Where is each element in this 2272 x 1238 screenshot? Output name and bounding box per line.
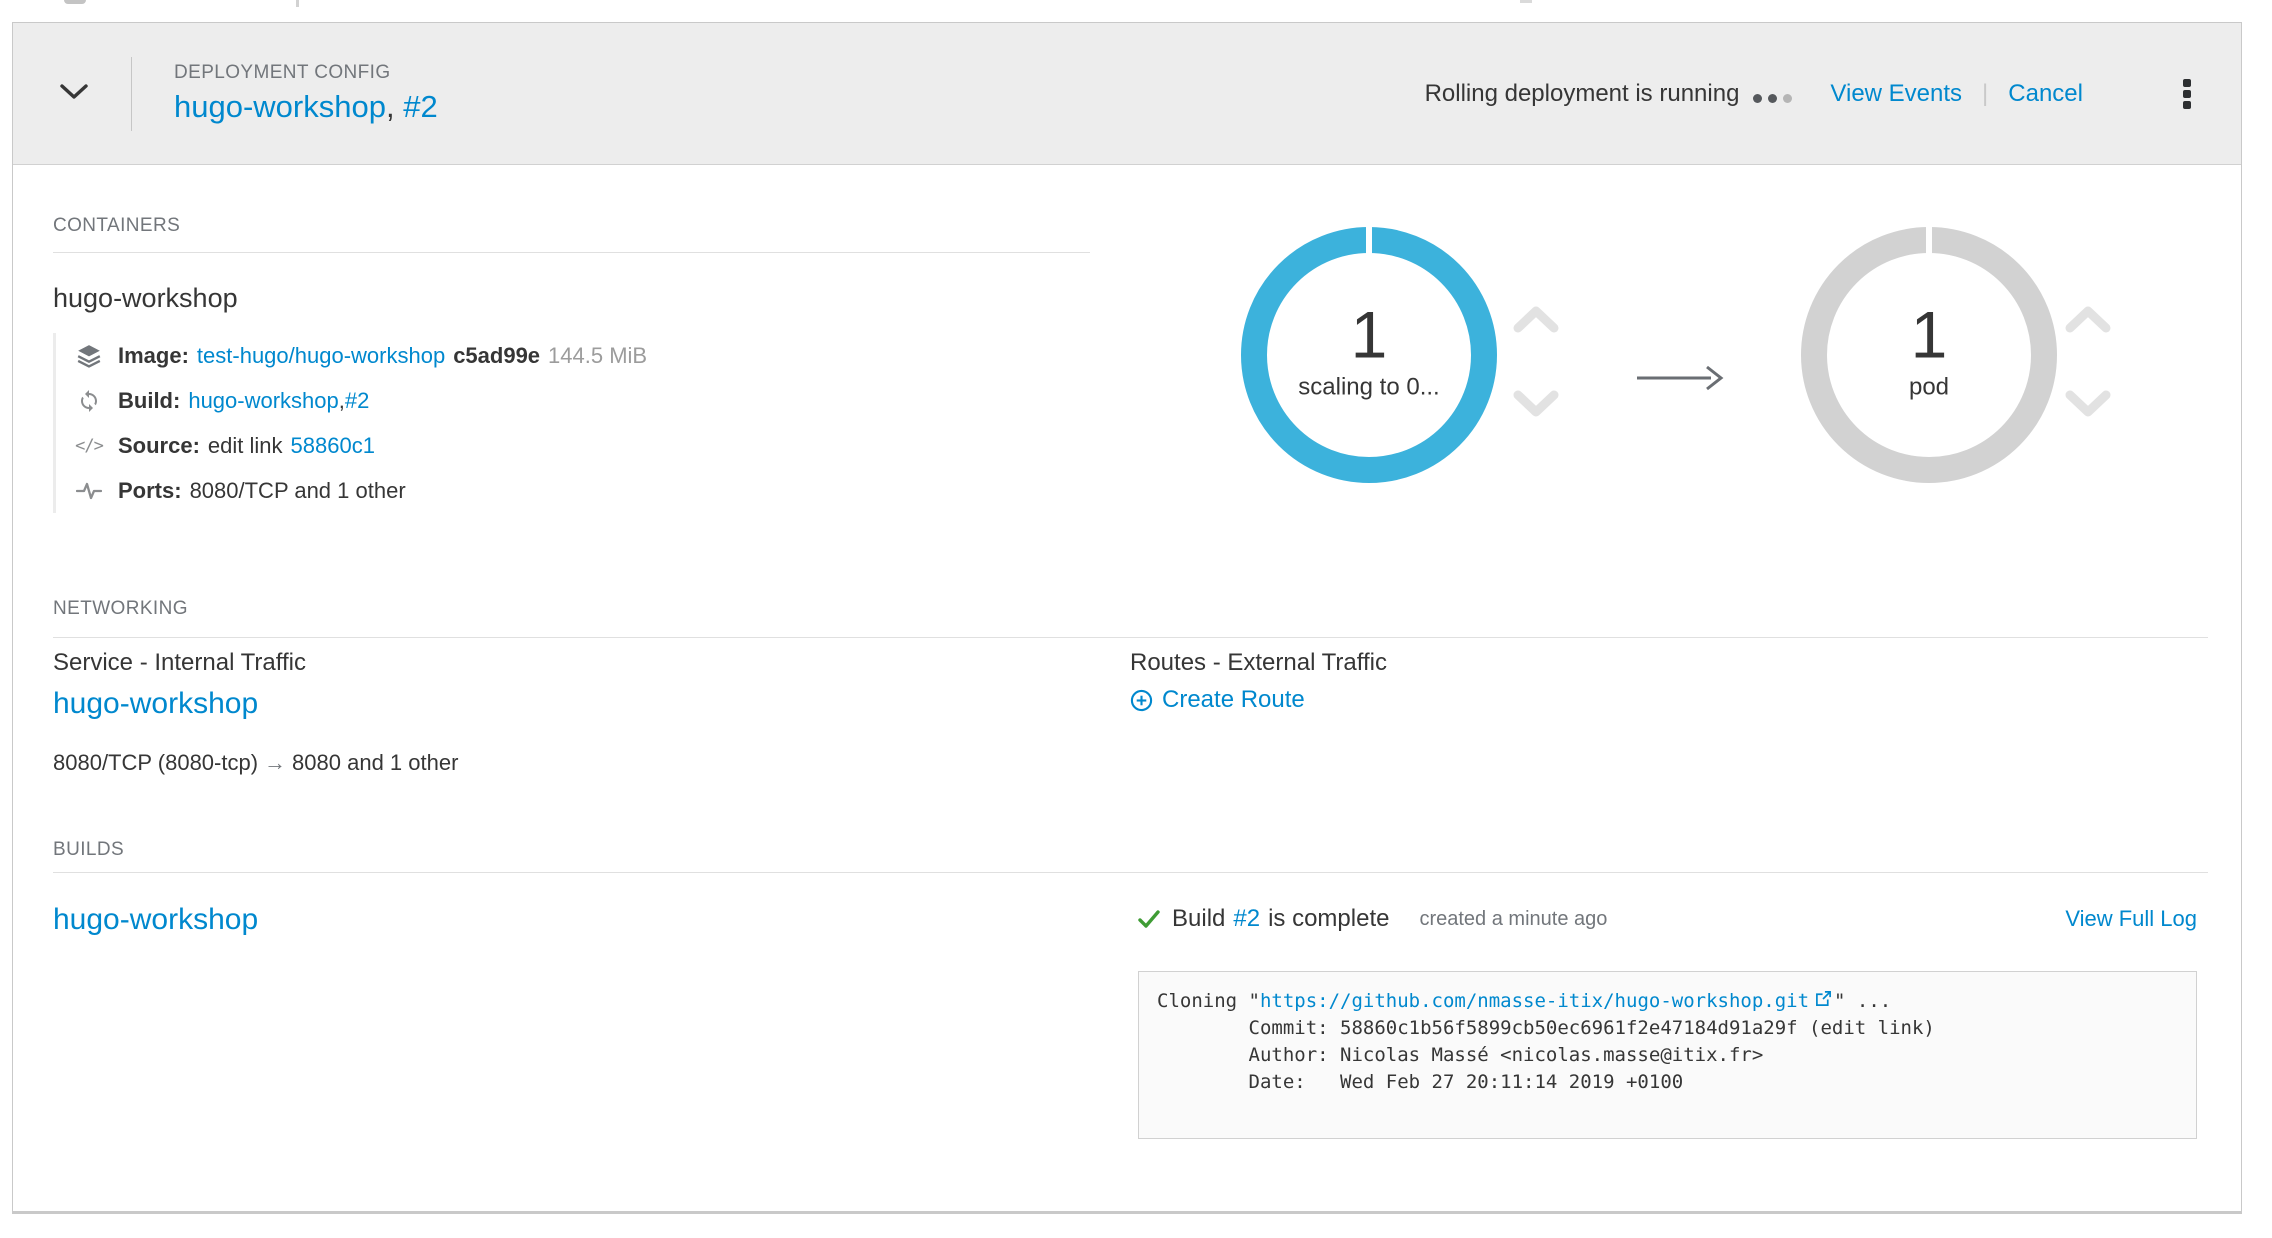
donut-notch (1926, 226, 1932, 255)
target-pods-stepper (2065, 305, 2111, 475)
external-link-icon (1815, 988, 1832, 1015)
ports-label: Ports: (118, 478, 182, 504)
image-sha: c5ad99e (453, 343, 540, 369)
kebab-menu-button[interactable] (2179, 73, 2195, 114)
log-line: Author: Nicolas Massé <nicolas.masse@iti… (1157, 1042, 2196, 1069)
routes-heading: Routes - External Traffic (1130, 649, 1387, 677)
refresh-icon (72, 389, 106, 413)
clipped-row-fragment (296, 0, 299, 7)
target-pod-label: pod (1834, 374, 2024, 402)
panel-header: DEPLOYMENT CONFIG hugo-workshop, #2 Roll… (13, 23, 2241, 165)
chevron-down-icon (2065, 406, 2111, 421)
build-config-link[interactable]: hugo-workshop (188, 388, 338, 414)
build-number-link[interactable]: #2 (1233, 905, 1260, 933)
build-row: Build: hugo-workshop , #2 (72, 378, 647, 423)
builds-section-label: BUILDS (53, 839, 124, 861)
action-divider: | (1982, 80, 1988, 108)
image-label: Image: (118, 343, 189, 369)
arrow-right-icon (1635, 361, 1725, 400)
deployment-status-text: Rolling deployment is running (1425, 80, 1740, 108)
container-detail-rows: Image: test-hugo/hugo-workshop c5ad99e 1… (53, 333, 647, 513)
source-text: edit link (208, 433, 283, 459)
target-pods-donut: 1 pod (1801, 227, 2057, 483)
pulse-icon (72, 480, 106, 502)
arrow-right-glyph: → (258, 750, 292, 775)
deployment-config-panel: DEPLOYMENT CONFIG hugo-workshop, #2 Roll… (12, 22, 2242, 1214)
resource-kind-label: DEPLOYMENT CONFIG (174, 62, 438, 84)
title-separator: , (386, 89, 403, 124)
build-created-timestamp: created a minute ago (1419, 908, 1607, 931)
container-name: hugo-workshop (53, 283, 238, 314)
scale-down-button[interactable] (2065, 390, 2111, 421)
current-pod-label: scaling to 0... (1274, 374, 1464, 402)
build-label: Build: (118, 388, 180, 414)
ports-row: Ports: 8080/TCP and 1 other (72, 468, 647, 513)
panel-body: CONTAINERS hugo-workshop Image: test-hug… (13, 165, 2241, 1211)
build-status-suffix: is complete (1268, 905, 1389, 933)
clipped-row-fragment (1520, 0, 1532, 3)
current-pods-stepper (1513, 305, 1559, 475)
image-stream-link[interactable]: test-hugo/hugo-workshop (197, 343, 445, 369)
ports-text: 8080/TCP and 1 other (190, 478, 406, 504)
scale-up-button[interactable] (2065, 305, 2111, 336)
cancel-deployment-link[interactable]: Cancel (2008, 80, 2083, 108)
current-pod-count: 1 (1274, 300, 1464, 369)
scale-up-button[interactable] (1513, 305, 1559, 336)
source-row: </> Source: edit link 58860c1 (72, 423, 647, 468)
log-line: Commit: 58860c1b56f5899cb50ec6961f2e4718… (1157, 1015, 2196, 1042)
chevron-up-icon (2065, 321, 2111, 336)
networking-section-label: NETWORKING (53, 598, 188, 620)
source-label: Source: (118, 433, 200, 459)
donut-notch (1366, 226, 1372, 255)
header-divider (131, 57, 132, 131)
image-size: 144.5 MiB (548, 343, 647, 369)
clipped-row-fragment (64, 0, 86, 4)
view-events-link[interactable]: View Events (1830, 80, 1962, 108)
service-link[interactable]: hugo-workshop (53, 687, 258, 721)
deployment-config-link[interactable]: hugo-workshop (174, 89, 386, 124)
target-pod-count: 1 (1834, 300, 2024, 369)
build-status-row: Build #2 is complete created a minute ag… (1138, 905, 2197, 933)
create-route-label: Create Route (1162, 686, 1305, 714)
plus-circle-icon (1130, 689, 1153, 712)
create-route-link[interactable]: Create Route (1130, 686, 1305, 714)
git-url-link[interactable]: https://github.com/nmasse-itix/hugo-work… (1260, 990, 1809, 1012)
loading-dots-icon (1747, 94, 1792, 103)
build-number-link[interactable]: #2 (345, 388, 369, 414)
service-ports-line: 8080/TCP (8080-tcp)→8080 and 1 other (53, 750, 458, 776)
layers-icon (72, 343, 106, 369)
check-icon (1138, 909, 1160, 929)
collapse-toggle-button[interactable] (59, 83, 89, 104)
current-pods-donut: 1 scaling to 0... (1241, 227, 1497, 483)
networking-rule (53, 637, 2208, 638)
build-status-prefix: Build (1172, 905, 1225, 933)
chevron-down-icon (59, 83, 89, 104)
chevron-up-icon (1513, 321, 1559, 336)
openshift-overview-page: DEPLOYMENT CONFIG hugo-workshop, #2 Roll… (0, 0, 2272, 1238)
view-full-log-link[interactable]: View Full Log (2065, 906, 2197, 932)
deployment-number-link[interactable]: #2 (403, 89, 437, 124)
log-line: Cloning "https://github.com/nmasse-itix/… (1157, 988, 2196, 1015)
service-heading: Service - Internal Traffic (53, 649, 306, 677)
chevron-down-icon (1513, 406, 1559, 421)
page-title: hugo-workshop, #2 (174, 89, 438, 125)
header-actions: Rolling deployment is running View Event… (1425, 73, 2195, 114)
log-line: Date: Wed Feb 27 20:11:14 2019 +0100 (1157, 1069, 2196, 1096)
containers-rule (53, 252, 1090, 253)
build-log: Cloning "https://github.com/nmasse-itix/… (1138, 971, 2197, 1139)
source-commit-link[interactable]: 58860c1 (291, 433, 375, 459)
image-row: Image: test-hugo/hugo-workshop c5ad99e 1… (72, 333, 647, 378)
containers-section-label: CONTAINERS (53, 215, 180, 237)
title-block: DEPLOYMENT CONFIG hugo-workshop, #2 (174, 62, 438, 125)
code-icon: </> (72, 436, 106, 456)
build-config-link[interactable]: hugo-workshop (53, 903, 258, 937)
builds-rule (53, 872, 2208, 873)
scale-down-button[interactable] (1513, 390, 1559, 421)
